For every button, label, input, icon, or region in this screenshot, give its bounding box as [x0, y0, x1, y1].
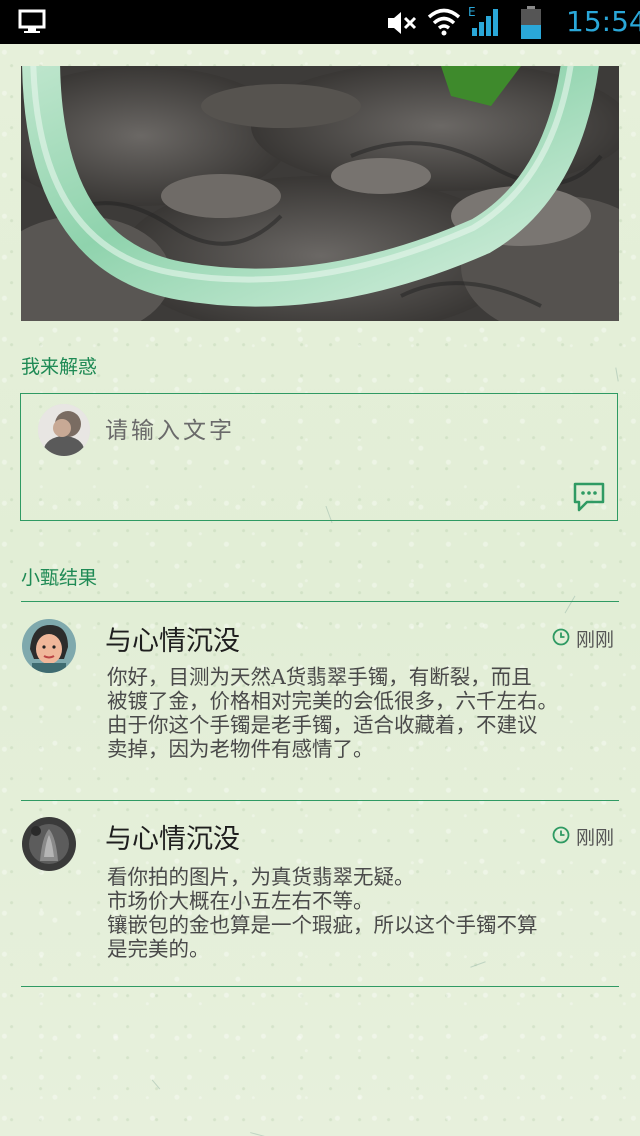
results-section-title: 小甄结果 — [21, 567, 98, 589]
clock-time: 15:54 — [566, 5, 640, 38]
comment-icon[interactable] — [573, 482, 605, 512]
banner-image — [21, 66, 619, 321]
network-type-label: E — [468, 5, 476, 19]
comment-body: 看你拍的图片，为真货翡翠无疑。 市场价大概在小五左右不等。 镶嵌包的金也算是一个… — [107, 865, 538, 961]
commenter-avatar[interactable] — [22, 619, 76, 673]
comment-time: 刚刚 — [552, 823, 614, 850]
time-label: 刚刚 — [576, 629, 615, 651]
user-avatar[interactable] — [38, 404, 90, 456]
wifi-icon — [427, 7, 461, 41]
commenter-avatar[interactable] — [22, 817, 76, 871]
commenter-name[interactable]: 与心情沉没 — [105, 817, 240, 856]
desktop-icon — [18, 9, 46, 39]
reply-section-title: 我来解惑 — [21, 356, 98, 378]
battery-icon — [520, 6, 542, 44]
divider — [21, 986, 619, 987]
clock-icon — [552, 826, 570, 848]
comment-item: 与心情沉没 刚刚 你好，目测为天然A货翡翠手镯，有断裂，而且 被镀了金，价格相对… — [0, 601, 640, 801]
signal-icon: E — [466, 4, 500, 44]
time-label: 刚刚 — [576, 827, 615, 849]
mute-icon — [386, 9, 418, 41]
comment-body: 你好，目测为天然A货翡翠手镯，有断裂，而且 被镀了金，价格相对完美的会低很多，六… — [107, 665, 558, 761]
reply-input[interactable] — [105, 414, 535, 448]
comment-item: 与心情沉没 刚刚 看你拍的图片，为真货翡翠无疑。 市场价大概在小五左右不等。 镶… — [0, 800, 640, 986]
reply-box — [20, 393, 618, 521]
commenter-name[interactable]: 与心情沉没 — [105, 619, 240, 658]
clock-icon — [552, 628, 570, 650]
comment-time: 刚刚 — [552, 625, 614, 652]
status-bar: E 15:54 — [0, 0, 640, 44]
